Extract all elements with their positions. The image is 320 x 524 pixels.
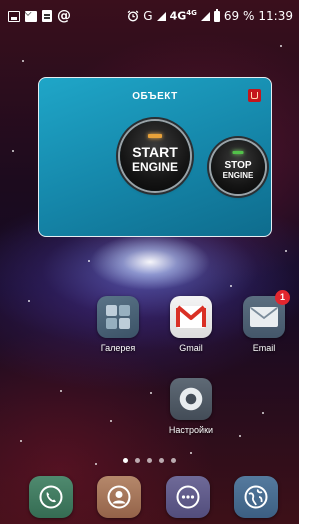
app-email[interactable]: 1 Email	[234, 290, 294, 353]
star	[95, 463, 97, 465]
star	[239, 435, 241, 437]
app-label: Настройки	[168, 425, 214, 435]
star	[12, 150, 14, 152]
at-icon: @	[57, 7, 71, 24]
signal-icon	[156, 11, 166, 21]
start-indicator-led	[148, 134, 162, 138]
engine-control-widget: ОБЪЕКТ START ENGINE STOP ENGINE	[38, 77, 272, 237]
star	[280, 45, 282, 47]
start-button-line2: ENGINE	[131, 160, 178, 174]
email-icon: 1	[243, 290, 290, 338]
carrier-label: G	[143, 9, 153, 23]
network-type: 4G4G	[170, 9, 197, 23]
star	[230, 285, 232, 287]
mail-icon	[25, 10, 37, 22]
red-flag-icon[interactable]	[248, 89, 261, 102]
notification-icons: @	[8, 7, 71, 24]
star	[28, 300, 30, 302]
home-screen: @ G 4G4G 69 % 11:39 ОБЪЕКТ START ENGINE	[0, 0, 299, 524]
gallery-icon	[97, 296, 139, 338]
stop-button-line2: ENGINE	[222, 171, 254, 180]
start-engine-button[interactable]: START ENGINE	[120, 121, 190, 191]
app-drawer-icon[interactable]	[166, 476, 210, 518]
star	[262, 412, 264, 414]
alarm-icon	[127, 10, 139, 22]
browser-icon[interactable]	[234, 476, 278, 518]
battery-percent: 69 %	[223, 9, 255, 23]
widget-title: ОБЪЕКТ	[132, 91, 178, 102]
signal-icon-2	[200, 11, 210, 21]
star	[190, 452, 192, 454]
page-dot[interactable]	[135, 458, 140, 463]
stop-indicator-led	[232, 151, 244, 154]
page-dot[interactable]	[147, 458, 152, 463]
app-label: Email	[252, 343, 276, 353]
unread-badge: 1	[275, 290, 290, 305]
start-button-line1: START	[132, 144, 178, 160]
star	[88, 260, 90, 262]
page-dot[interactable]	[159, 458, 164, 463]
star	[150, 392, 152, 394]
network-sup: 4G	[186, 9, 197, 18]
stop-button-line1: STOP	[224, 160, 252, 171]
status-bar: @ G 4G4G 69 % 11:39	[0, 0, 299, 34]
page-indicator	[0, 458, 299, 463]
phone-icon[interactable]	[29, 476, 73, 518]
star	[110, 420, 112, 422]
star	[22, 60, 24, 62]
gmail-icon	[170, 296, 212, 338]
image-icon	[8, 10, 20, 22]
network-label: 4G	[169, 9, 187, 23]
contacts-icon[interactable]	[97, 476, 141, 518]
star	[285, 250, 287, 252]
stop-engine-button[interactable]: STOP ENGINE	[211, 140, 265, 194]
page-dot[interactable]	[123, 458, 128, 463]
page-dot[interactable]	[171, 458, 176, 463]
app-gallery[interactable]: Галерея	[88, 296, 148, 353]
app-gmail[interactable]: Gmail	[161, 296, 221, 353]
star	[20, 440, 22, 442]
star	[60, 390, 62, 392]
app-label: Gmail	[179, 343, 203, 353]
document-icon	[42, 10, 52, 22]
app-settings[interactable]: Настройки	[161, 378, 221, 435]
settings-icon	[170, 378, 212, 420]
battery-icon	[213, 8, 220, 22]
clock: 11:39	[258, 9, 293, 23]
app-label: Галерея	[100, 343, 136, 353]
system-status: G 4G4G 69 % 11:39	[127, 8, 293, 23]
